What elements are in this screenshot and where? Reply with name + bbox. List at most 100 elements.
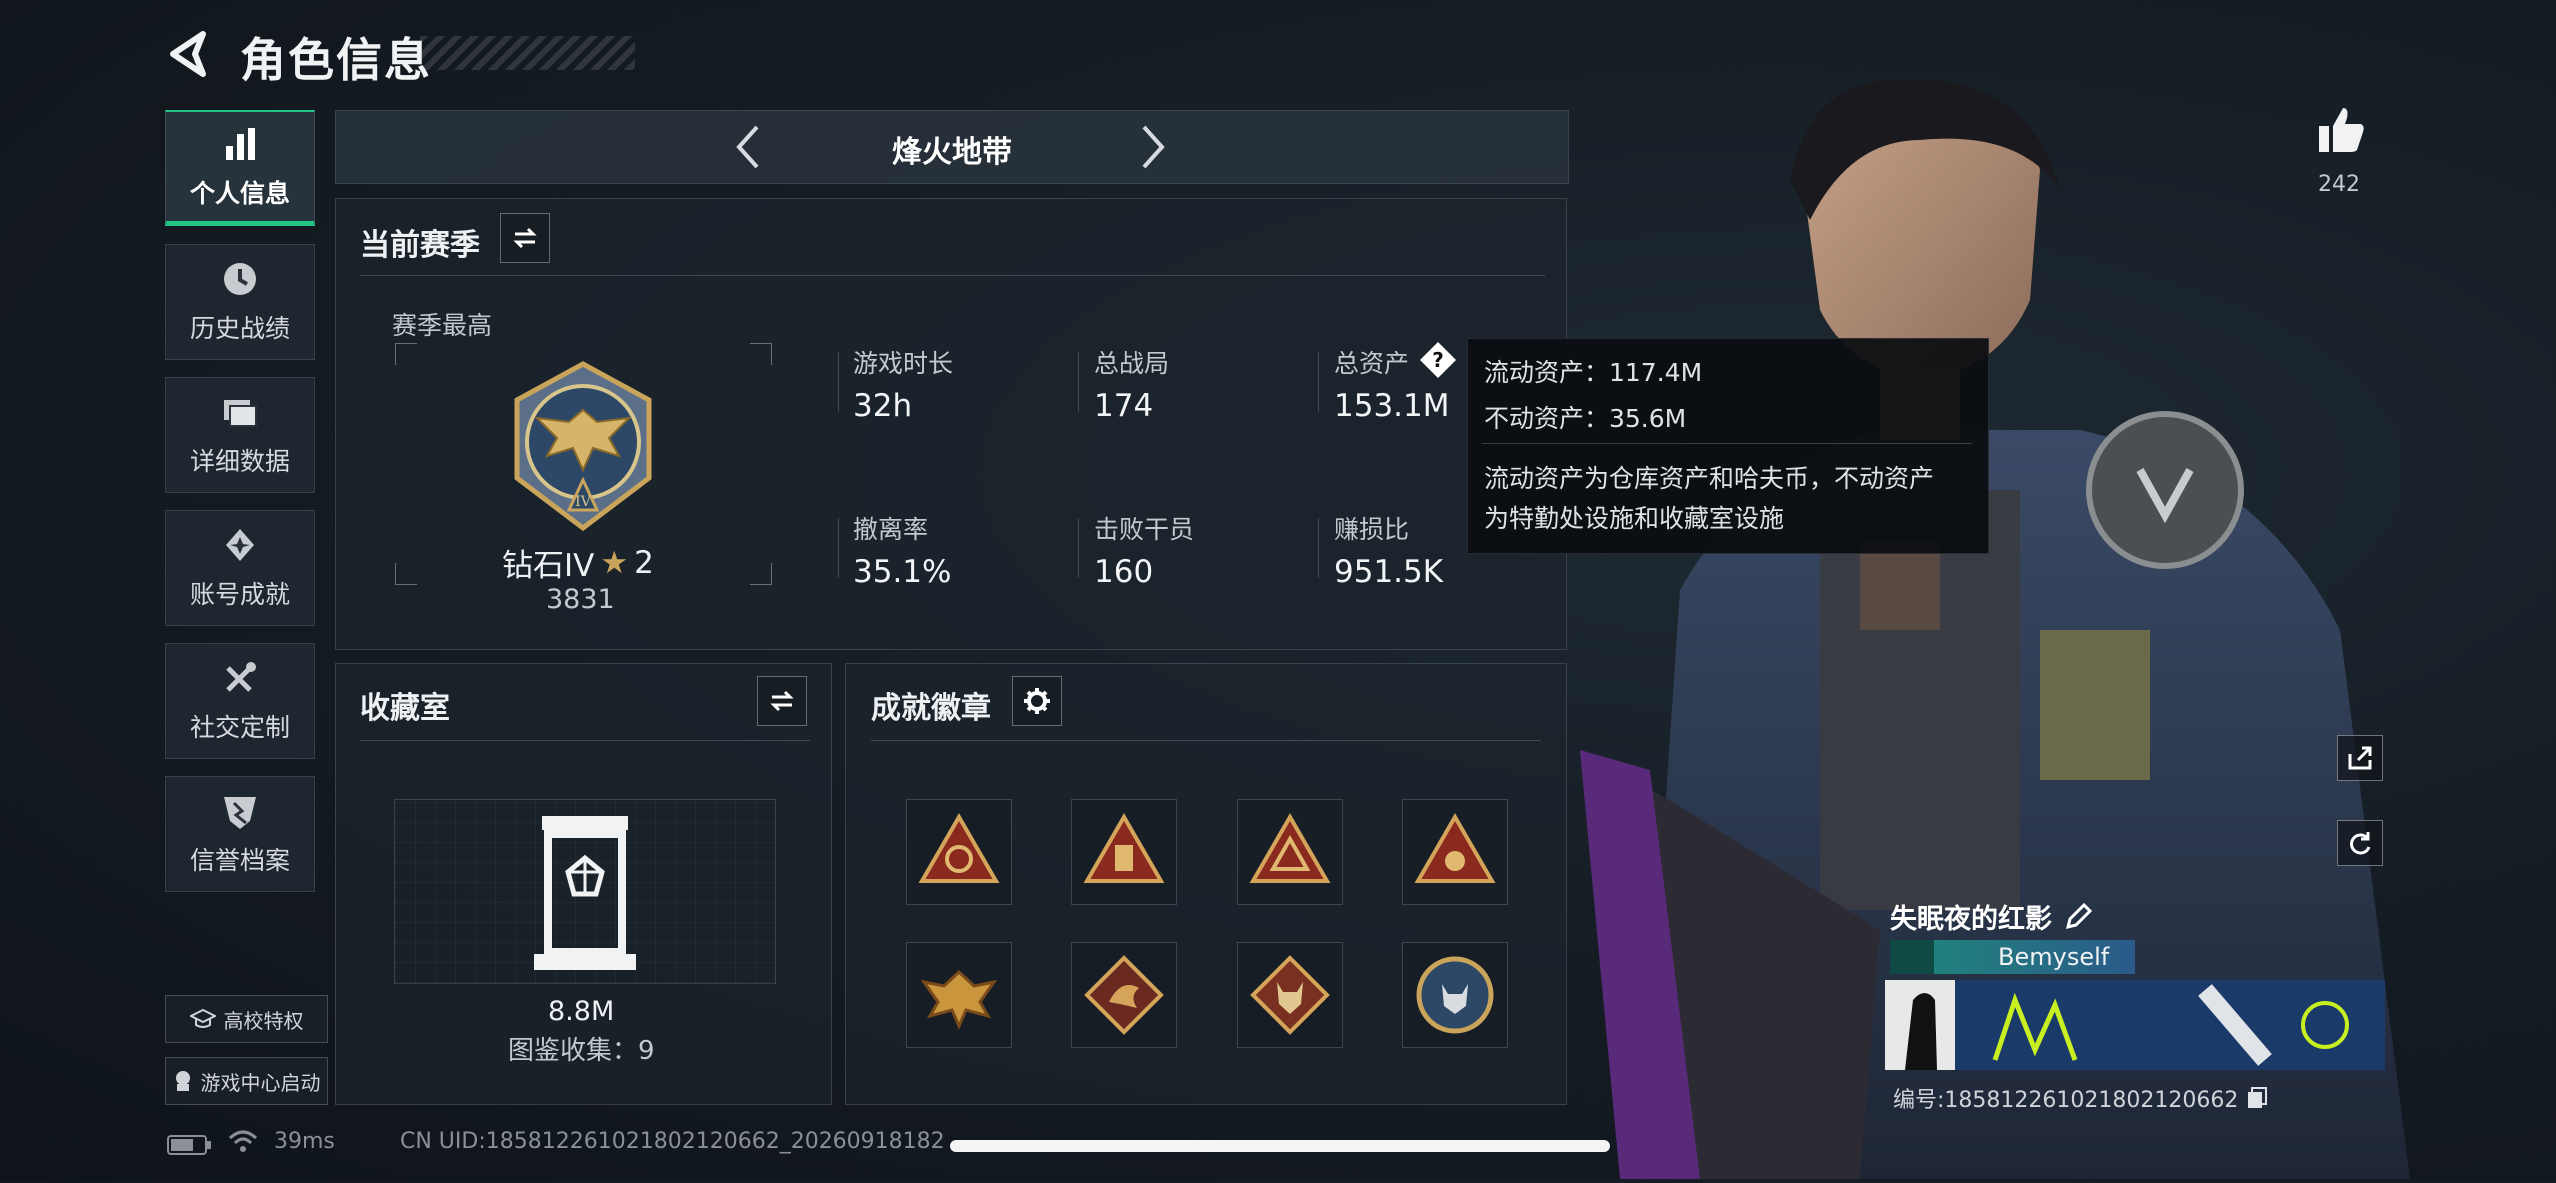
stat-label-extract-rate: 撤离率 (853, 515, 929, 544)
collection-preview[interactable] (394, 799, 776, 984)
game-center-icon (175, 1071, 190, 1091)
back-icon[interactable] (165, 28, 215, 80)
achievement-badge[interactable] (906, 799, 1012, 905)
game-center-button[interactable]: 游戏中心启动 (165, 1057, 328, 1105)
achievement-title: 成就徽章 (871, 691, 991, 726)
achievement-badge[interactable] (1237, 799, 1343, 905)
sidebar-item-history[interactable]: 历史战绩 (165, 244, 315, 360)
home-indicator[interactable] (950, 1140, 1610, 1152)
badge-dragon-icon (1084, 955, 1164, 1035)
achievement-badge[interactable] (1071, 799, 1177, 905)
stat-value-kills: 160 (1094, 554, 1154, 590)
sidebar-item-label: 社交定制 (189, 713, 290, 742)
stat-value-profit-ratio: 951.5K (1334, 554, 1444, 590)
wifi-icon (228, 1128, 258, 1158)
rank-row: 钻石IV ★ 2 (502, 540, 654, 585)
help-icon[interactable]: ? (1418, 340, 1458, 384)
thumbs-up-icon[interactable] (2315, 104, 2367, 160)
stat-label-matches: 总战局 (1094, 349, 1170, 378)
sidebar-item-details[interactable]: 详细数据 (165, 377, 315, 493)
stat-value-extract-rate: 35.1% (853, 554, 952, 590)
rank-stars: 2 (634, 544, 654, 581)
badge-eagle-icon (920, 969, 998, 1030)
divider (1482, 443, 1972, 444)
mode-label: 烽火地带 (892, 135, 1012, 170)
achievement-badge[interactable] (1071, 942, 1177, 1048)
badge-triangle-icon (1249, 813, 1331, 883)
badge-triangle-icon (918, 813, 1000, 883)
season-switch-button[interactable] (500, 213, 550, 263)
player-id-row: 编号:1858122610218021206​62 (1893, 1082, 2268, 1114)
copy-icon[interactable] (2246, 1086, 2268, 1110)
tooltip-liquid-assets: 流动资产：117.4M (1484, 358, 1703, 387)
badge-triangle-icon (1414, 813, 1496, 883)
achievement-settings-button[interactable] (1012, 676, 1062, 726)
sidebar-item-profile[interactable]: 个人信息 (165, 110, 315, 226)
season-title: 当前赛季 (360, 228, 480, 263)
gear-icon (1024, 688, 1050, 714)
swap-icon (513, 227, 537, 249)
rank-name: 钻石IV (502, 548, 595, 584)
player-tag: Bemyself (1998, 943, 2110, 971)
stat-separator (1318, 352, 1319, 412)
like-count: 242 (2318, 172, 2360, 197)
bar-chart-icon (226, 127, 255, 160)
achievement-badge[interactable] (1402, 799, 1508, 905)
clock-icon (224, 263, 256, 295)
campus-privilege-label: 高校特权 (223, 1008, 304, 1033)
star-icon: ★ (600, 544, 629, 581)
collection-value: 8.8M (548, 996, 615, 1027)
refresh-icon (2350, 832, 2371, 855)
stat-value-assets: 153.1M (1334, 388, 1450, 424)
stat-separator (838, 352, 839, 412)
mode-selector: 烽火地带 (335, 110, 1569, 184)
stat-separator (1078, 352, 1079, 412)
stat-value-playtime: 32h (853, 388, 913, 424)
sidebar-item-social[interactable]: 社交定制 (165, 643, 315, 759)
next-mode-icon[interactable] (1136, 123, 1170, 175)
stat-label-playtime: 游戏时长 (853, 349, 954, 378)
achievement-badge[interactable] (1237, 942, 1343, 1048)
title-decoration (420, 36, 635, 70)
divider (360, 275, 1545, 276)
svg-text:IV: IV (575, 494, 592, 510)
badge-triangle-icon (1083, 813, 1165, 883)
sidebar-item-label: 详细数据 (189, 447, 290, 476)
player-name-row: 失眠夜的红影 (1890, 897, 2092, 936)
tooltip-desc-line1: 流动资产为仓库资产和哈夫币，不动资产 (1484, 464, 1935, 493)
divider (871, 740, 1541, 741)
sidebar-item-achievements[interactable]: 账号成就 (165, 510, 315, 626)
svg-text:?: ? (1432, 348, 1444, 372)
game-center-label: 游戏中心启动 (200, 1070, 321, 1095)
collection-switch-button[interactable] (757, 676, 807, 726)
campus-privilege-button[interactable]: 高校特权 (165, 995, 328, 1043)
achievement-badge[interactable] (1402, 942, 1508, 1048)
rotate-button[interactable] (2337, 820, 2383, 866)
share-button[interactable] (2337, 735, 2383, 781)
share-icon (2348, 746, 2372, 770)
tooltip-desc-line2: 为特勤处设施和收藏室设施 (1484, 504, 1785, 533)
stat-label-assets: 总资产 (1334, 349, 1410, 378)
sidebar-item-label: 账号成就 (189, 580, 290, 609)
sidebar-item-credit[interactable]: 信誉档案 (165, 776, 315, 892)
graduation-cap-icon (189, 1008, 216, 1028)
sidebar-item-label: 个人信息 (189, 178, 290, 208)
player-tag-banner: Bemyself (1890, 940, 2135, 974)
asset-tooltip: 流动资产：117.4M 不动资产：35.6M 流动资产为仓库资产和哈夫币，不动资… (1467, 338, 1989, 554)
player-name: 失眠夜的红影 (1890, 904, 2052, 935)
season-best-label: 赛季最高 (392, 311, 493, 340)
stat-label-kills: 击败干员 (1094, 515, 1195, 544)
rank-points: 3831 (546, 584, 615, 615)
edit-icon[interactable] (2064, 902, 2092, 931)
stat-value-matches: 174 (1094, 388, 1154, 424)
sidebar-item-label: 历史战绩 (189, 314, 290, 343)
tooltip-fixed-assets: 不动资产：35.6M (1484, 404, 1687, 433)
divider (360, 740, 810, 741)
collection-title: 收藏室 (360, 691, 450, 726)
folder-icon (224, 400, 257, 427)
badge-wolf-medal-icon (1416, 956, 1494, 1034)
shield-icon (224, 797, 256, 829)
achievement-badge[interactable] (906, 942, 1012, 1048)
achievement-icon (226, 529, 254, 561)
display-case-icon (534, 816, 636, 970)
